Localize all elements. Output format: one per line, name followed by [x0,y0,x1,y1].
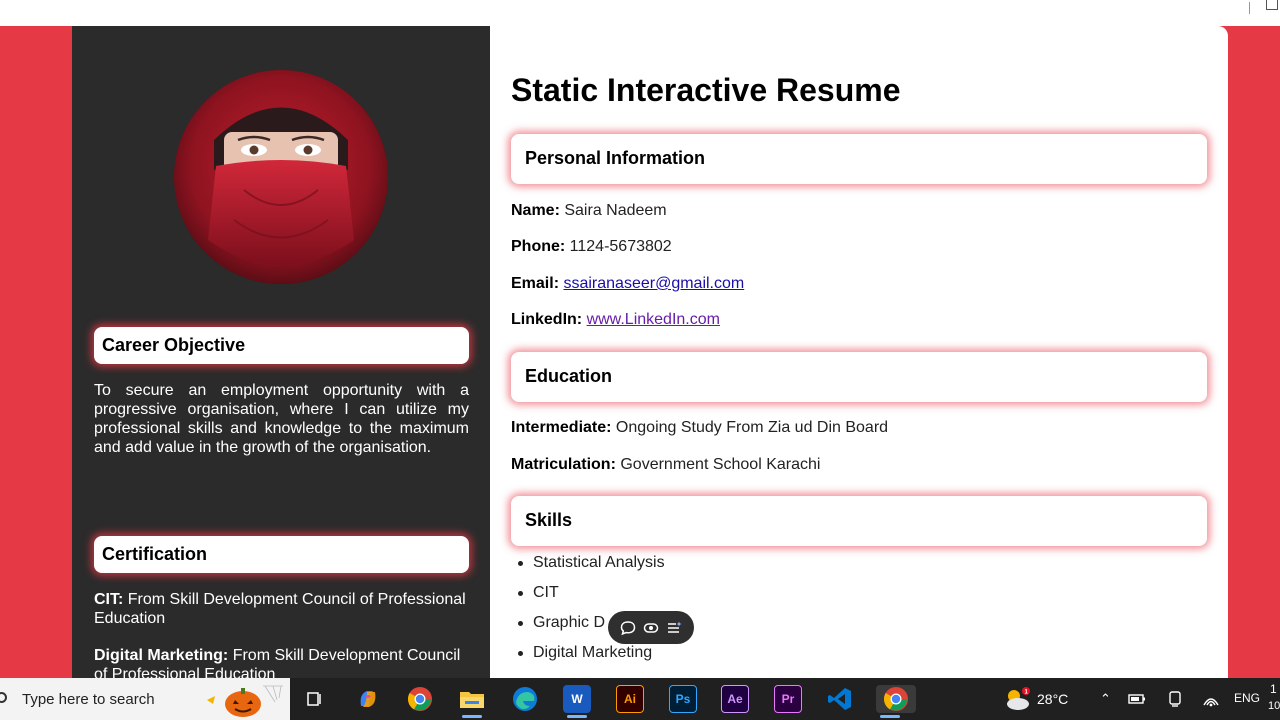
battery-icon[interactable] [1128,690,1146,708]
weather-temperature: 28°C [1037,691,1069,707]
name-row: Name: Saira Nadeem [511,202,667,220]
page-title: Static Interactive Resume [511,72,901,108]
resume-page: Career Objective To secure an employment… [0,26,1280,678]
word-icon[interactable]: W [563,685,591,718]
chrome-icon[interactable] [406,685,434,713]
search-icon [0,692,7,703]
list-item: Digital Marketing [511,644,665,674]
certification-header: Certification [94,536,469,573]
illustrator-icon[interactable]: Ai [616,685,644,713]
toolbar-divider [1249,2,1250,14]
list-item: Statistical Analysis [511,554,665,584]
personal-info-heading: Personal Information [525,148,706,168]
window-icon[interactable] [1266,0,1278,10]
linkedin-label: LinkedIn: [511,311,583,328]
wifi-icon[interactable] [1202,690,1220,708]
email-link[interactable]: ssairanaseer@gmail.com [563,275,744,292]
certification-item: CIT: From Skill Development Council of P… [94,590,469,628]
education-item: Matriculation: Government School Karachi [511,456,820,474]
hijab-portrait-icon [174,70,388,284]
phone-row: Phone: 1124-5673802 [511,238,672,256]
certification-label: Digital Marketing: [94,647,229,664]
chevron-up-icon[interactable]: ⌃ [1100,691,1111,707]
personal-info-header: Personal Information [511,134,1207,184]
search-placeholder: Type here to search [22,690,155,708]
phone-value: 1124-5673802 [569,238,672,255]
certification-heading: Certification [102,544,208,564]
edge-icon[interactable] [511,685,539,713]
comment-icon[interactable] [619,619,637,637]
vscode-icon[interactable] [826,685,854,713]
name-value: Saira Nadeem [564,202,667,219]
email-label: Email: [511,275,560,292]
certification-label: CIT: [94,591,124,608]
education-item: Intermediate: Ongoing Study From Zia ud … [511,419,888,437]
certification-value: From Skill Development Council of Profes… [94,591,466,627]
language-indicator[interactable]: ENG [1234,691,1260,705]
profile-avatar [174,70,388,284]
linkedin-row: LinkedIn: www.LinkedIn.com [511,311,720,329]
file-explorer-icon[interactable] [458,685,486,718]
career-objective-header: Career Objective [94,327,469,364]
education-value: Government School Karachi [620,456,821,473]
email-row: Email: ssairanaseer@gmail.com [511,275,744,293]
menu-sparkle-icon[interactable] [665,619,683,637]
taskbar-search[interactable]: Type here to search [0,678,290,720]
task-view-icon[interactable] [300,685,328,713]
main-content: Static Interactive Resume Personal Infor… [490,26,1228,678]
clock-time[interactable]: 1 [1270,682,1277,696]
screen-capture-icon[interactable] [642,619,660,637]
list-item: CIT [511,584,665,614]
clock-date[interactable]: 10 [1268,700,1280,712]
name-label: Name: [511,202,560,219]
sidebar: Career Objective To secure an employment… [72,26,490,678]
weather-icon[interactable]: 1 [1002,685,1032,713]
education-heading: Education [525,366,613,386]
meet-now-icon[interactable] [1166,690,1184,708]
skills-heading: Skills [525,510,573,530]
education-header: Education [511,352,1207,402]
windows-taskbar: Type here to search W Ai Ps Ae Pr 1 28°C… [0,678,1280,720]
career-objective-heading: Career Objective [102,335,246,355]
after-effects-icon[interactable]: Ae [721,685,749,713]
browser-top-bar [0,0,1280,26]
floating-toolbar [608,611,694,644]
photoshop-icon[interactable]: Ps [669,685,697,713]
career-objective-text: To secure an employment opportunity with… [94,382,469,456]
education-value: Ongoing Study From Zia ud Din Board [615,419,889,436]
pumpkin-decoration-icon [205,682,285,718]
linkedin-link[interactable]: www.LinkedIn.com [587,311,720,328]
chrome-active-icon[interactable] [876,685,916,718]
skills-header: Skills [511,496,1207,546]
education-label: Intermediate: [511,419,612,436]
education-label: Matriculation: [511,456,616,473]
copilot-icon[interactable] [354,685,382,713]
phone-label: Phone: [511,238,566,255]
premiere-icon[interactable]: Pr [774,685,802,713]
certification-item: Digital Marketing: From Skill Developmen… [94,646,469,678]
